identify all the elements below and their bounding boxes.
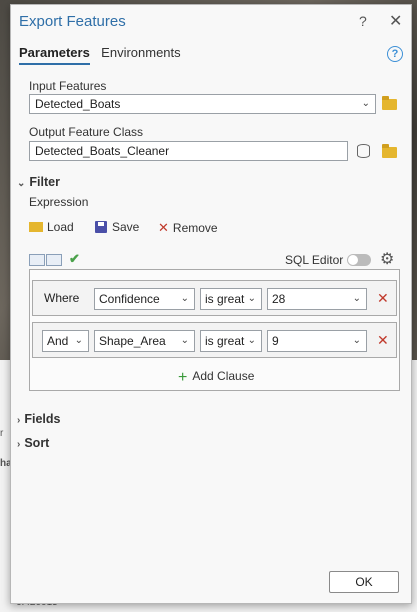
- remove-button[interactable]: ✕ Remove: [158, 220, 218, 236]
- remove-icon: ✕: [158, 220, 169, 235]
- add-clause-button[interactable]: + Add Clause: [178, 369, 254, 387]
- chevron-down-icon: ⌄: [352, 293, 361, 304]
- value-dropdown[interactable]: 9 ⌄: [267, 330, 367, 352]
- operator-value: is great: [205, 292, 245, 306]
- value-text: 9: [272, 334, 279, 348]
- connector-dropdown[interactable]: And ⌄: [42, 330, 89, 352]
- chevron-down-icon: ⌄: [74, 335, 83, 346]
- chevron-down-icon: ⌄: [361, 98, 370, 109]
- operator-value: is great: [205, 334, 245, 348]
- folder-icon: [29, 222, 43, 232]
- clause-row: Where Confidence ⌄ is great ⌄ 28 ⌄ ✕: [32, 280, 397, 316]
- clause-row: And ⌄ Shape_Area ⌄ is great ⌄ 9 ⌄ ✕: [32, 322, 397, 358]
- info-help-icon[interactable]: ?: [387, 46, 403, 62]
- tab-environments[interactable]: Environments: [101, 45, 180, 63]
- clause-mode-icon[interactable]: [29, 254, 45, 266]
- operator-dropdown[interactable]: is great ⌄: [200, 330, 262, 352]
- sql-editor-label: SQL Editor: [285, 253, 344, 267]
- background-fragment: r: [0, 428, 4, 439]
- caret-right-icon: ›: [17, 439, 21, 450]
- sql-editor-toggle[interactable]: [347, 254, 371, 266]
- sort-section-label: Sort: [24, 436, 50, 450]
- clause-builder: Where Confidence ⌄ is great ⌄ 28 ⌄ ✕ And…: [29, 269, 400, 391]
- clause-mode-icon[interactable]: [46, 254, 62, 266]
- chevron-down-icon: ⌄: [180, 293, 189, 304]
- field-dropdown[interactable]: Confidence ⌄: [94, 288, 195, 310]
- filter-section-label: Filter: [29, 175, 60, 189]
- delete-clause-icon[interactable]: ✕: [377, 332, 389, 349]
- field-value: Confidence: [99, 292, 160, 306]
- verify-check-icon[interactable]: ✔: [69, 251, 80, 267]
- add-clause-label: Add Clause: [192, 369, 255, 383]
- value-text: 28: [272, 292, 286, 306]
- gear-icon[interactable]: ⚙: [380, 249, 394, 269]
- chevron-down-icon: ⌄: [247, 293, 256, 304]
- dialog-titlebar[interactable]: Export Features ? ✕: [11, 5, 411, 39]
- input-features-value: Detected_Boats: [35, 97, 121, 111]
- fields-section-label: Fields: [24, 412, 61, 426]
- field-value: Shape_Area: [99, 334, 166, 348]
- expression-label: Expression: [29, 195, 89, 209]
- save-button[interactable]: Save: [95, 220, 139, 234]
- delete-clause-icon[interactable]: ✕: [377, 290, 389, 307]
- close-button[interactable]: ✕: [389, 11, 402, 31]
- export-features-dialog: Export Features ? ✕ Parameters Environme…: [10, 4, 412, 604]
- output-feature-class-value: Detected_Boats_Cleaner: [35, 144, 170, 158]
- dialog-title: Export Features: [19, 13, 126, 30]
- database-icon[interactable]: [357, 144, 370, 158]
- output-feature-class-input[interactable]: Detected_Boats_Cleaner: [29, 141, 348, 161]
- operator-dropdown[interactable]: is great ⌄: [200, 288, 262, 310]
- chevron-down-icon: ⌄: [352, 335, 361, 346]
- value-dropdown[interactable]: 28 ⌄: [267, 288, 367, 310]
- fields-section-header[interactable]: › Fields: [17, 412, 60, 426]
- plus-icon: +: [178, 369, 188, 386]
- input-features-label: Input Features: [29, 79, 107, 93]
- connector-value: And: [47, 334, 69, 348]
- browse-folder-icon[interactable]: [382, 96, 397, 110]
- remove-label: Remove: [172, 221, 218, 235]
- load-label: Load: [47, 220, 74, 234]
- sort-section-header[interactable]: › Sort: [17, 436, 49, 450]
- browse-folder-icon[interactable]: [382, 144, 397, 158]
- save-label: Save: [112, 220, 140, 234]
- help-button[interactable]: ?: [359, 13, 367, 29]
- output-feature-class-label: Output Feature Class: [29, 125, 144, 139]
- save-icon: [95, 221, 107, 233]
- tab-parameters[interactable]: Parameters: [19, 45, 90, 65]
- chevron-down-icon: ⌄: [247, 335, 256, 346]
- tab-bar: Parameters Environments: [19, 45, 189, 65]
- input-features-dropdown[interactable]: Detected_Boats ⌄: [29, 94, 376, 114]
- chevron-down-icon: ⌄: [180, 335, 189, 346]
- caret-right-icon: ›: [17, 415, 21, 426]
- field-dropdown[interactable]: Shape_Area ⌄: [94, 330, 195, 352]
- clause-connector: Where: [44, 291, 80, 305]
- caret-down-icon: ⌄: [17, 178, 26, 189]
- filter-section-header[interactable]: ⌄ Filter: [17, 175, 60, 189]
- load-button[interactable]: Load: [29, 220, 74, 234]
- ok-button[interactable]: OK: [329, 571, 399, 593]
